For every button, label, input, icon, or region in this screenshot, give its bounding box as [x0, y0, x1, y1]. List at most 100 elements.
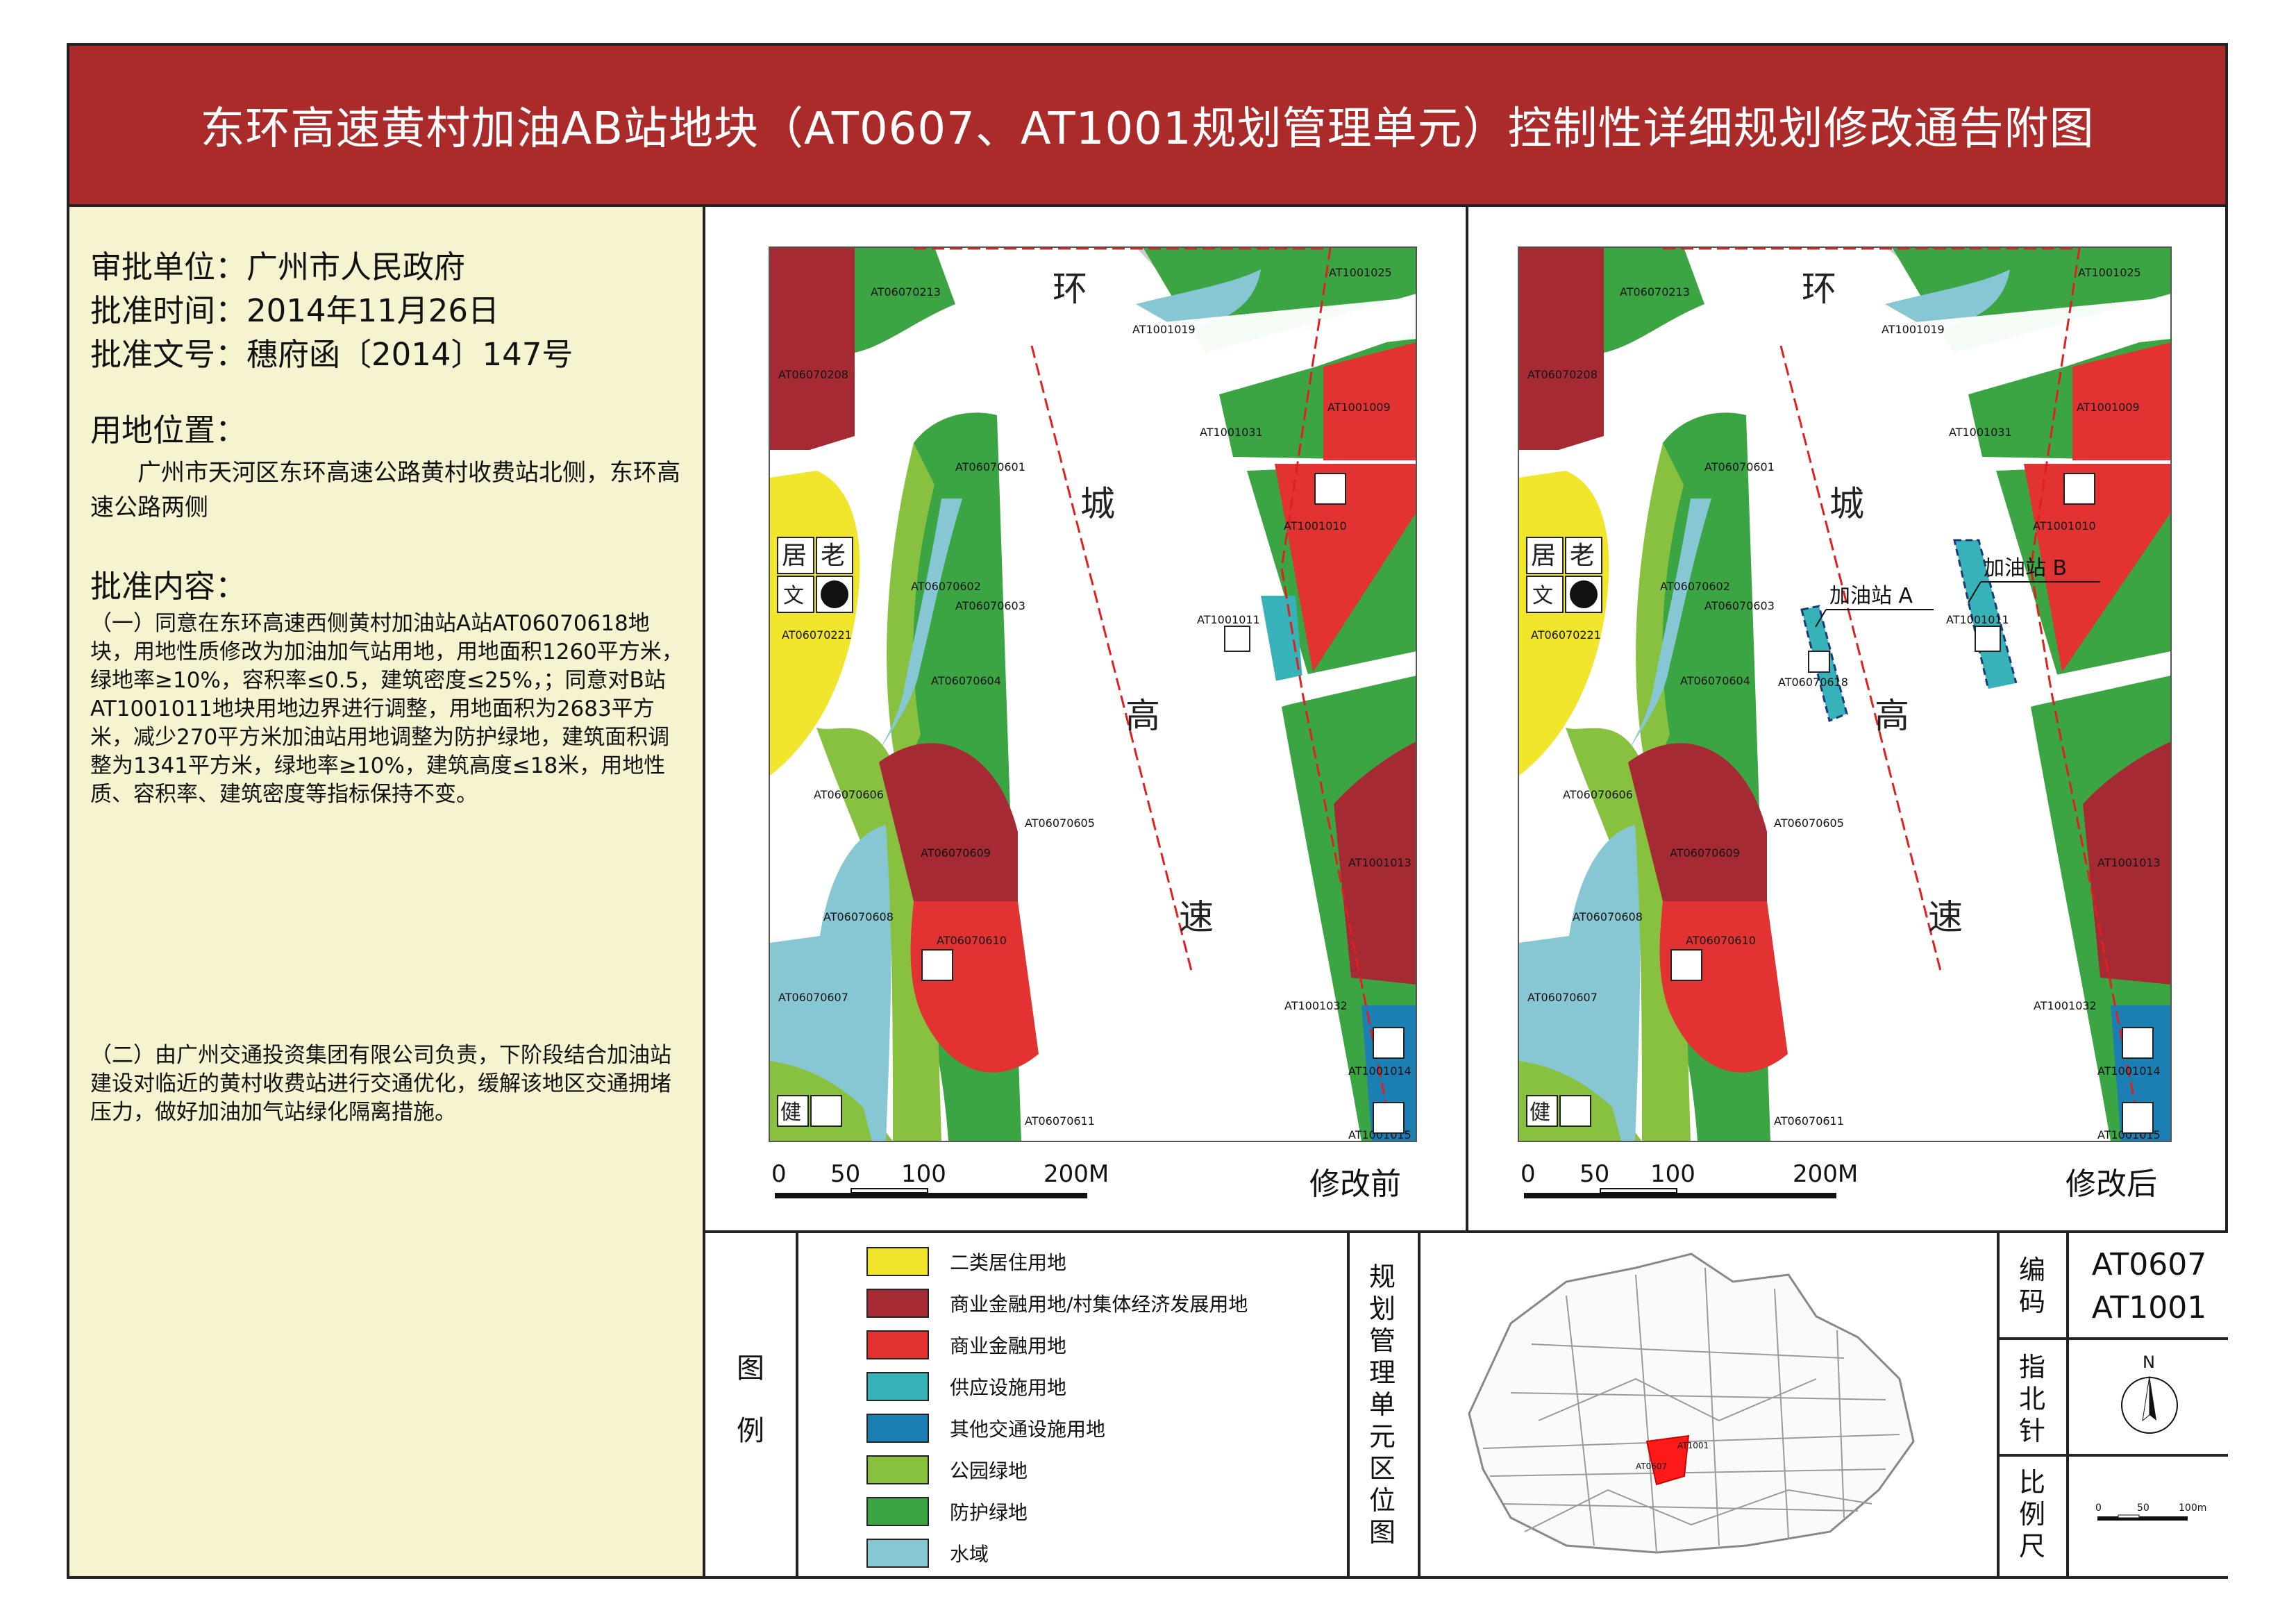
- road-char-4: 速: [1928, 897, 1963, 937]
- label-1011: AT1001011: [1946, 613, 2009, 626]
- info-panel: 审批单位：广州市人民政府 批准时间：2014年11月26日 批准文号：穗府函〔2…: [69, 207, 705, 1576]
- legend-item-water: 水域: [866, 1539, 989, 1568]
- legend-swatch: [866, 1289, 929, 1318]
- label-601: AT06070601: [1704, 460, 1775, 474]
- legend-label: 供应设施用地: [950, 1376, 1067, 1399]
- legend-item-transport: 其他交通设施用地: [866, 1414, 1105, 1443]
- label-1019: AT1001019: [1882, 323, 1945, 336]
- mini-scale-line: [2097, 1516, 2188, 1521]
- mini-scale-0: 0: [2095, 1502, 2102, 1514]
- symbol-ju-text: 居: [1531, 542, 1556, 570]
- location-text: 广州市天河区东环高速公路黄村收费站北侧，东环高速公路两侧: [90, 459, 680, 521]
- gas-station-icon: [1224, 626, 1250, 652]
- transport-icon: [1373, 1102, 1405, 1134]
- map-after-label: 修改后: [2065, 1166, 2157, 1202]
- scale-50: 50: [1579, 1160, 1609, 1188]
- parcel-village-208: [769, 247, 855, 450]
- code-label: 编码: [2018, 1255, 2045, 1317]
- label-607: AT06070607: [1527, 991, 1598, 1004]
- scale-line: [1524, 1193, 1836, 1198]
- symbol-jian-text: 健: [1530, 1100, 1550, 1125]
- legend-swatch: [866, 1414, 929, 1443]
- gas-station-icon: [1975, 626, 2001, 652]
- clinic-icon: [821, 580, 848, 608]
- approval-doc-label: 批准文号：: [90, 336, 247, 373]
- legend-swatch: [866, 1539, 929, 1568]
- title-band: 东环高速黄村加油AB站地块（AT0607、AT1001规划管理单元）控制性详细规…: [69, 46, 2225, 207]
- transport-icon: [2122, 1027, 2154, 1059]
- content-heading: 批准内容：: [90, 568, 247, 605]
- legend-heading: 图 例: [733, 1351, 768, 1448]
- scale-0: 0: [1520, 1160, 1536, 1188]
- symbol-jian-text: 健: [780, 1100, 801, 1125]
- legend-item-buffer-green: 防护绿地: [866, 1497, 1028, 1526]
- approval-time-label: 批准时间：: [90, 292, 247, 329]
- scale-bar: 0 50 100 200M: [1520, 1160, 1858, 1198]
- label-1010: AT1001010: [2033, 519, 2096, 533]
- label-1031: AT1001031: [1200, 426, 1263, 439]
- label-608: AT06070608: [1573, 910, 1643, 923]
- label-1009: AT1001009: [2077, 401, 2140, 414]
- clinic-icon: [1570, 580, 1598, 608]
- label-1025: AT1001025: [1329, 266, 1392, 279]
- approval-doc: 批准文号：穗府函〔2014〕147号: [90, 329, 573, 374]
- gas-station-icon: [1808, 651, 1830, 673]
- toilet-icon: [2063, 473, 2095, 505]
- north-arrow-icon: N: [2121, 1353, 2178, 1434]
- approval-doc-value: 穗府函〔2014〕147号: [246, 336, 573, 373]
- scale-segment: [850, 1188, 928, 1194]
- divider: [1997, 1454, 2228, 1457]
- label-221: AT06070221: [782, 628, 852, 642]
- label-618: AT06070618: [1778, 676, 1848, 689]
- legend-label: 防护绿地: [950, 1501, 1028, 1524]
- legend-swatch: [866, 1372, 929, 1401]
- scale-label: 比例尺: [2018, 1467, 2045, 1562]
- label-602: AT06070602: [1660, 580, 1730, 593]
- legend-label: 商业金融用地: [950, 1334, 1067, 1357]
- label-1013: AT1001013: [1348, 856, 1411, 869]
- legend-area: 图 例 二类居住用地 商业金融用地/村集体经济发展用地 商业金融用地 供应设施用…: [705, 1233, 2228, 1576]
- divider: [2066, 1233, 2069, 1576]
- symbol-wen-text: 文: [783, 584, 804, 608]
- label-208: AT06070208: [778, 368, 848, 381]
- map-before-label: 修改前: [1309, 1166, 1401, 1202]
- scale-50: 50: [830, 1160, 860, 1188]
- legend-swatch: [866, 1455, 929, 1484]
- label-1009: AT1001009: [1327, 401, 1391, 414]
- approval-unit-label: 审批单位：: [90, 249, 247, 285]
- label-606: AT06070606: [814, 788, 884, 801]
- divider: [796, 1233, 798, 1576]
- scale-line: [775, 1193, 1087, 1198]
- code-value-2: AT1001: [2091, 1290, 2207, 1325]
- approval-time: 批准时间：2014年11月26日: [90, 285, 499, 330]
- label-609: AT06070609: [1670, 846, 1740, 860]
- mini-scale-bar: 0 50 100m: [2095, 1502, 2206, 1521]
- scale-200: 200M: [1793, 1160, 1858, 1188]
- label-601: AT06070601: [955, 460, 1025, 474]
- parcel-village-208: [1518, 247, 1604, 450]
- label-605: AT06070605: [1025, 817, 1095, 830]
- mini-scale-50: 50: [2137, 1502, 2150, 1514]
- label-610: AT06070610: [1686, 934, 1756, 947]
- label-1025: AT1001025: [2078, 266, 2141, 279]
- scale-bar: 0 50 100 200M: [771, 1160, 1109, 1198]
- approval-unit: 审批单位：广州市人民政府: [90, 242, 465, 287]
- label-604: AT06070604: [1680, 674, 1750, 687]
- label-1014: AT1001014: [2097, 1064, 2161, 1078]
- legend-heading-char: 图: [737, 1353, 764, 1384]
- station-b-label: 加油站 B: [1984, 556, 2067, 580]
- toilet-icon: [1314, 473, 1346, 505]
- legend-swatch: [866, 1330, 929, 1359]
- north-letter: N: [2143, 1353, 2155, 1372]
- scale-200: 200M: [1044, 1160, 1109, 1188]
- label-1014: AT1001014: [1348, 1064, 1411, 1078]
- symbol-ju-text: 居: [782, 542, 807, 570]
- toilet-icon: [1559, 1095, 1591, 1127]
- legend-item-commercial: 商业金融用地: [866, 1330, 1066, 1359]
- scale-segment: [1600, 1188, 1677, 1194]
- toilet-icon: [1670, 949, 1702, 981]
- legend-label: 公园绿地: [950, 1459, 1028, 1482]
- legend-swatch: [866, 1497, 929, 1526]
- legend-label: 其他交通设施用地: [950, 1418, 1106, 1441]
- legend-item-residential: 二类居住用地: [866, 1247, 1066, 1276]
